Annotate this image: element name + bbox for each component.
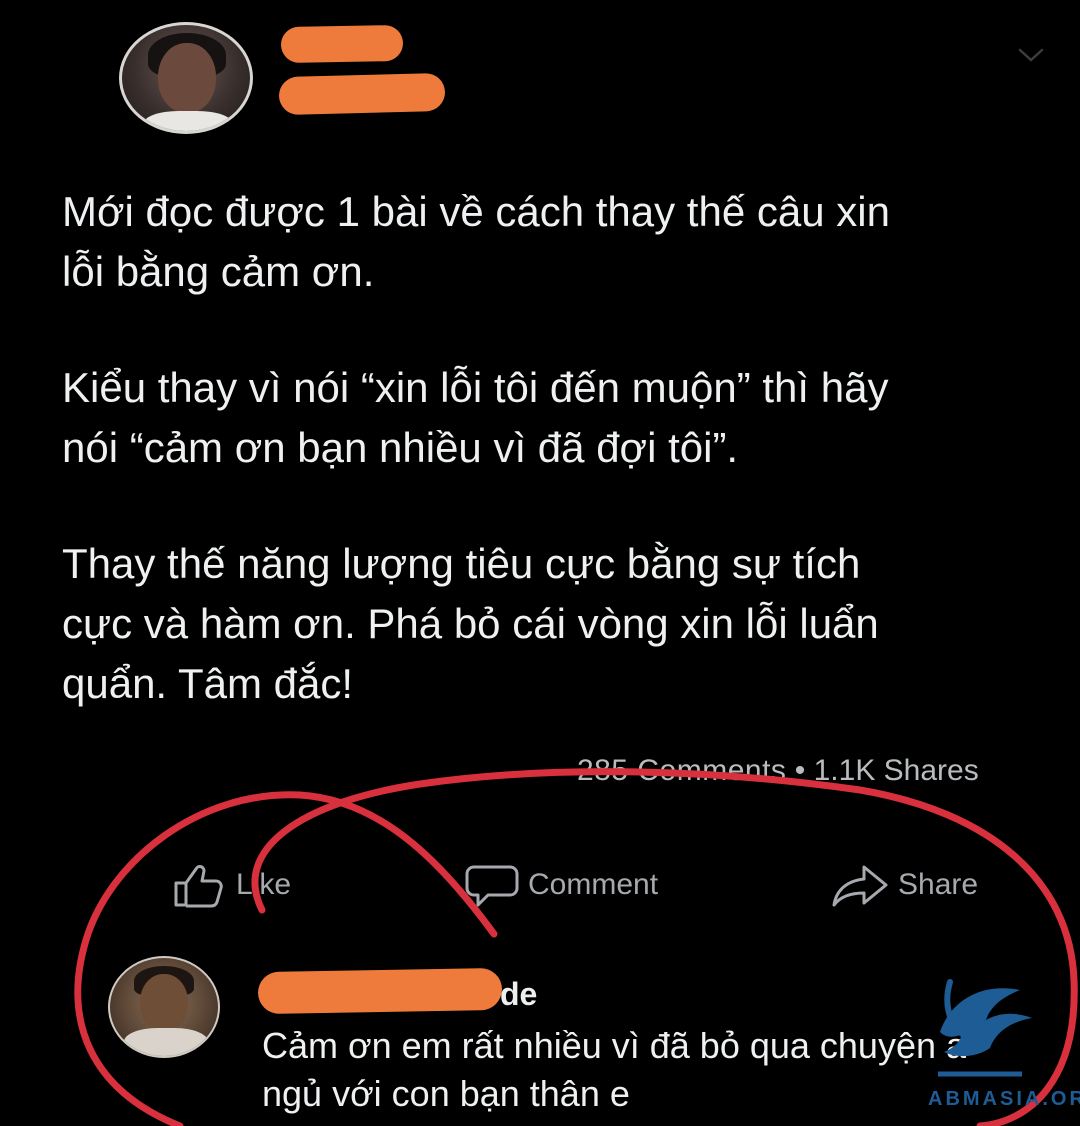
commenter-name-redaction	[257, 967, 503, 1015]
comment-bubble-icon	[465, 865, 519, 907]
post-paragraph-1: Mới đọc được 1 bài về cách thay thế câu …	[62, 188, 890, 295]
commenter-name[interactable]: de	[500, 976, 537, 1013]
comment-label: Comment	[528, 868, 659, 901]
like-label: Like	[236, 868, 292, 901]
comment-button[interactable]: Comment	[464, 855, 658, 915]
watermark-text: ABMASIA.ORG	[928, 1088, 1080, 1110]
thumbs-up-icon	[174, 865, 223, 908]
post-text: Mới đọc được 1 bài về cách thay thế câu …	[62, 182, 1052, 770]
watermark-logo-icon	[938, 979, 1032, 1077]
share-button[interactable]: Share	[830, 855, 978, 915]
share-arrow-icon	[832, 865, 888, 907]
comments-count[interactable]: 285 Comments	[577, 754, 786, 787]
post-author-avatar[interactable]	[119, 22, 253, 134]
author-name-redaction	[280, 24, 404, 64]
post-paragraph-2: Kiểu thay vì nói “xin lỗi tôi đến muộn” …	[62, 364, 889, 471]
stats-separator: •	[786, 754, 814, 787]
chevron-down-icon[interactable]	[1016, 40, 1046, 70]
share-label: Share	[898, 868, 979, 901]
post-paragraph-3: Thay thế năng lượng tiêu cực bằng sự tíc…	[62, 540, 879, 707]
like-button[interactable]: Like	[172, 855, 291, 915]
shares-count[interactable]: 1.1K Shares	[814, 754, 979, 787]
post-stats: 285 Comments • 1.1K Shares	[577, 754, 979, 788]
commenter-avatar[interactable]	[108, 956, 220, 1058]
post-meta-redaction	[278, 72, 446, 116]
